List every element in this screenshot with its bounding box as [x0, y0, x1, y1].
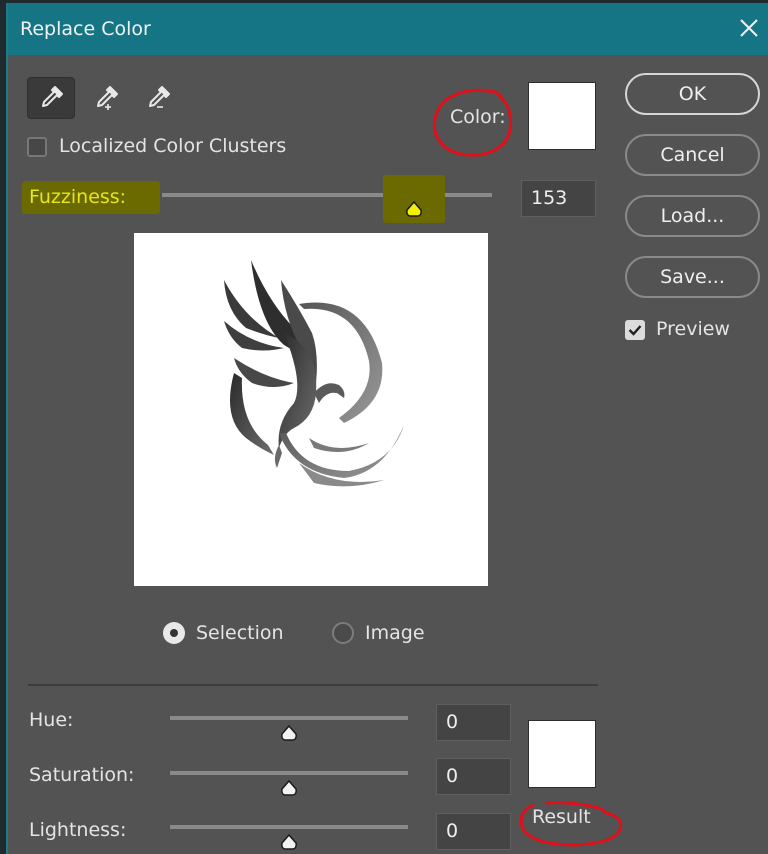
lightness-value-field[interactable]: 0	[436, 813, 511, 850]
result-swatch[interactable]	[528, 720, 596, 788]
window-title: Replace Color	[20, 18, 151, 40]
phoenix-logo-image	[224, 260, 404, 487]
eyedropper-tool-button[interactable]	[27, 77, 75, 119]
title-bar[interactable]: Replace Color	[8, 3, 768, 55]
load-button[interactable]: Load...	[625, 195, 760, 237]
lightness-slider-track[interactable]	[170, 825, 408, 829]
lightness-slider-thumb[interactable]	[280, 834, 298, 850]
color-swatch[interactable]	[528, 82, 596, 150]
replace-color-dialog: Replace Color Localized Color Clusters C…	[6, 3, 768, 854]
eyedropper-plus-icon	[97, 86, 118, 110]
image-radio[interactable]	[332, 622, 354, 644]
add-to-sample-tool-button[interactable]	[82, 77, 130, 119]
saturation-slider-track[interactable]	[170, 771, 408, 775]
saturation-slider-thumb[interactable]	[280, 780, 298, 796]
hue-label: Hue:	[29, 709, 74, 731]
selection-preview-image	[134, 233, 488, 586]
hue-slider-thumb[interactable]	[280, 725, 298, 741]
lightness-label: Lightness:	[29, 819, 127, 841]
fuzziness-value-field[interactable]: 153	[521, 180, 596, 217]
result-label: Result	[532, 806, 591, 828]
cancel-button[interactable]: Cancel	[625, 134, 760, 176]
image-radio-label: Image	[365, 622, 425, 644]
preview-label: Preview	[656, 318, 730, 340]
section-divider	[28, 684, 598, 686]
selection-radio-label: Selection	[196, 622, 284, 644]
save-button[interactable]: Save...	[625, 256, 760, 298]
eyedropper-icon	[42, 86, 63, 107]
close-icon[interactable]	[736, 15, 762, 41]
saturation-value-field[interactable]: 0	[436, 758, 511, 795]
fuzziness-label: Fuzziness:	[29, 186, 127, 208]
eyedropper-minus-icon	[149, 86, 170, 108]
ok-button[interactable]: OK	[625, 73, 760, 115]
preview-checkbox[interactable]	[625, 320, 645, 340]
saturation-label: Saturation:	[29, 764, 135, 786]
localized-color-clusters-checkbox[interactable]	[27, 137, 47, 157]
hue-value-field[interactable]: 0	[436, 704, 511, 741]
localized-color-clusters-label: Localized Color Clusters	[59, 135, 287, 157]
fuzziness-slider-thumb[interactable]	[405, 201, 423, 217]
selection-radio[interactable]	[163, 622, 185, 644]
subtract-from-sample-tool-button[interactable]	[134, 77, 182, 119]
checkmark-icon	[628, 325, 642, 336]
color-label: Color:	[450, 106, 506, 128]
hue-slider-track[interactable]	[170, 716, 408, 720]
